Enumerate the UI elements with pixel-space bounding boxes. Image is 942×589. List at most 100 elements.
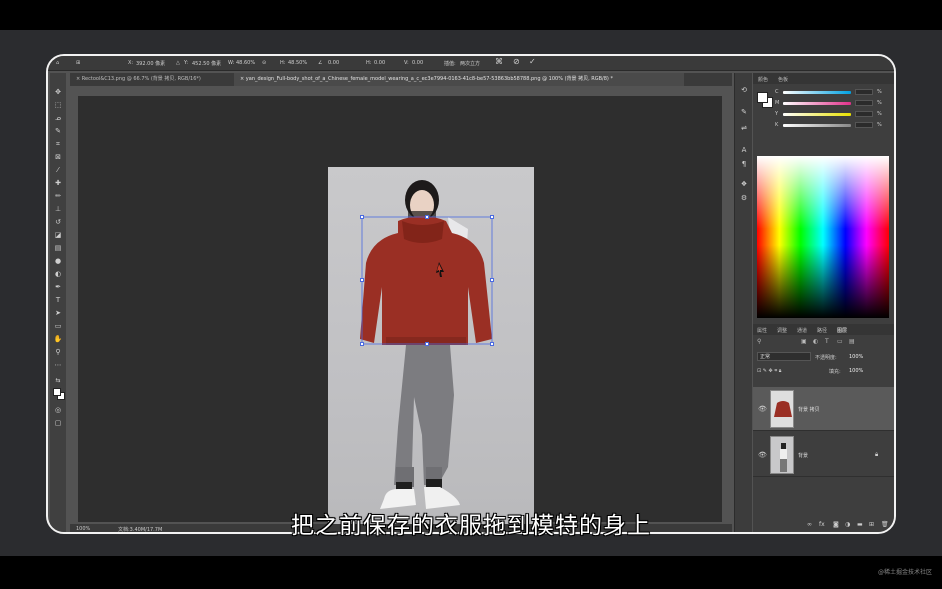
stamp-tool-icon[interactable]: ⊥ [53, 204, 63, 214]
watermark: @稀土掘金技术社区 [877, 569, 932, 576]
yellow-value[interactable] [855, 111, 873, 117]
eye-icon[interactable]: 👁︎ [758, 451, 767, 459]
lasso-tool-icon[interactable]: ᓄ [53, 113, 63, 123]
tab-label: Rectool&C13.png @ 66.7% (背景 拷贝, RGB/16*) [81, 76, 201, 82]
eye-icon[interactable]: 👁︎ [758, 405, 767, 413]
paragraph-icon[interactable]: ¶ [739, 159, 749, 169]
magenta-slider[interactable] [783, 102, 851, 105]
commit-transform-icon[interactable]: ✓ [529, 57, 536, 66]
home-icon[interactable]: ⌂ [56, 60, 59, 66]
cyan-value[interactable] [855, 89, 873, 95]
transform-handle[interactable] [360, 278, 364, 282]
blur-tool-icon[interactable]: ● [53, 256, 63, 266]
layer-row-copy[interactable]: 👁︎ 背景 拷贝 [753, 387, 894, 431]
hand-tool-icon[interactable]: ✋ [53, 334, 63, 344]
pen-tool-icon[interactable]: ✒ [53, 282, 63, 292]
tab-swatches[interactable]: 色板 [778, 76, 788, 83]
transform-handle[interactable] [490, 342, 494, 346]
angle-field[interactable]: 0.00 [328, 60, 339, 66]
crop-tool-icon[interactable]: ⌗ [53, 139, 63, 149]
foreground-color-swatch[interactable] [53, 388, 61, 396]
eraser-tool-icon[interactable]: ◪ [53, 230, 63, 240]
magenta-value[interactable] [855, 100, 873, 106]
layer-name[interactable]: 背景 [798, 452, 808, 459]
layer-thumbnail [770, 390, 794, 428]
adjust-icon[interactable]: ⇌ [739, 123, 749, 133]
tab-close-icon[interactable]: × [76, 76, 80, 82]
transform-handle[interactable] [425, 342, 429, 346]
quick-mask-icon[interactable]: ◎ [53, 405, 63, 415]
brush-tool-icon[interactable]: ✏ [53, 191, 63, 201]
yellow-slider[interactable] [783, 113, 851, 116]
model-photo[interactable] [328, 167, 534, 532]
blend-mode-select[interactable]: 正常 [757, 352, 811, 361]
transform-handle[interactable] [490, 278, 494, 282]
black-slider[interactable] [783, 124, 851, 127]
dodge-tool-icon[interactable]: ◐ [53, 269, 63, 279]
canvas-area[interactable] [78, 96, 722, 532]
opacity-field[interactable]: 100% [849, 354, 863, 360]
filter-pixel-icon[interactable]: ▣ [801, 338, 807, 345]
history-brush-icon[interactable]: ↺ [53, 217, 63, 227]
hskew-field[interactable]: 0.00 [374, 60, 385, 66]
link-icon[interactable]: ⊝ [262, 60, 266, 66]
warp-icon[interactable]: ⌘ [495, 57, 503, 66]
tab-adjustments[interactable]: 调整 [777, 327, 787, 334]
tab-layers[interactable]: 图层 [837, 327, 847, 334]
shape-tool-icon[interactable]: ▭ [53, 321, 63, 331]
cyan-slider[interactable] [783, 91, 851, 94]
h-field[interactable]: 48.50% [288, 60, 307, 66]
interpolation-select[interactable]: 两次立方 [460, 60, 480, 67]
filter-smart-icon[interactable]: ▤ [849, 338, 855, 345]
blend-mode-value: 正常 [760, 354, 771, 360]
move-tool-icon[interactable]: ✥ [53, 87, 63, 97]
fill-field[interactable]: 100% [849, 368, 863, 374]
slider-label: K [775, 122, 779, 128]
filter-shape-icon[interactable]: ▭ [837, 338, 843, 345]
character-icon[interactable]: A [739, 145, 749, 155]
filter-kind-icon[interactable]: ⚲ [757, 338, 761, 345]
screen-mode-icon[interactable]: ▢ [53, 418, 63, 428]
brush-settings-icon[interactable]: ✎ [739, 107, 749, 117]
transform-handle[interactable] [360, 215, 364, 219]
glyphs-icon[interactable]: ❖ [739, 179, 749, 189]
x-field[interactable]: 392.00 像素 [136, 60, 165, 67]
type-tool-icon[interactable]: T [53, 295, 63, 305]
tab-paths[interactable]: 路径 [817, 327, 827, 334]
more-tools-icon[interactable]: ⋯ [53, 360, 63, 370]
reference-point-icon[interactable]: ⊞ [76, 60, 80, 66]
tab-doc-2[interactable]: × yan_design_Full-body_shot_of_a_Chinese… [234, 73, 684, 86]
layer-name[interactable]: 背景 拷贝 [798, 406, 820, 413]
path-select-tool-icon[interactable]: ➤ [53, 308, 63, 318]
quick-select-tool-icon[interactable]: ✎ [53, 126, 63, 136]
transform-handle[interactable] [360, 342, 364, 346]
filter-adjust-icon[interactable]: ◐ [813, 338, 818, 345]
black-value[interactable] [855, 122, 873, 128]
lock-icon: 🔒︎ [875, 451, 879, 458]
transform-handle[interactable] [490, 215, 494, 219]
healing-tool-icon[interactable]: ✚ [53, 178, 63, 188]
transform-handle[interactable] [425, 215, 429, 219]
marquee-tool-icon[interactable]: ⬚ [53, 100, 63, 110]
tab-close-icon[interactable]: × [240, 76, 244, 82]
tab-color[interactable]: 颜色 [758, 76, 768, 83]
tools-panel: ✥ ⬚ ᓄ ✎ ⌗ ⊠ ⁄ ✚ ✏ ⊥ ↺ ◪ ▤ ● ◐ ✒ T ➤ ▭ ✋ … [50, 73, 66, 532]
styles-icon[interactable]: ⚙ [739, 193, 749, 203]
vskew-field[interactable]: 0.00 [412, 60, 423, 66]
fg-swatch[interactable] [757, 92, 768, 103]
color-spectrum[interactable] [757, 156, 889, 318]
cancel-transform-icon[interactable]: ⊘ [513, 57, 520, 66]
zoom-tool-icon[interactable]: ⚲ [53, 347, 63, 357]
frame-tool-icon[interactable]: ⊠ [53, 152, 63, 162]
gradient-tool-icon[interactable]: ▤ [53, 243, 63, 253]
tab-channels[interactable]: 通道 [797, 327, 807, 334]
layer-row-background[interactable]: 👁︎ 背景 🔒︎ [753, 433, 894, 477]
filter-type-icon[interactable]: T [825, 338, 829, 345]
y-field[interactable]: 452.50 像素 [192, 60, 221, 67]
tab-doc-1[interactable]: × Rectool&C13.png @ 66.7% (背景 拷贝, RGB/16… [70, 73, 230, 86]
w-field[interactable]: 48.60% [236, 60, 255, 66]
tab-properties[interactable]: 属性 [757, 327, 767, 334]
swap-colors-icon[interactable]: ⇆ [53, 376, 63, 386]
history-icon[interactable]: ⟲ [739, 85, 749, 95]
eyedropper-tool-icon[interactable]: ⁄ [53, 165, 63, 175]
